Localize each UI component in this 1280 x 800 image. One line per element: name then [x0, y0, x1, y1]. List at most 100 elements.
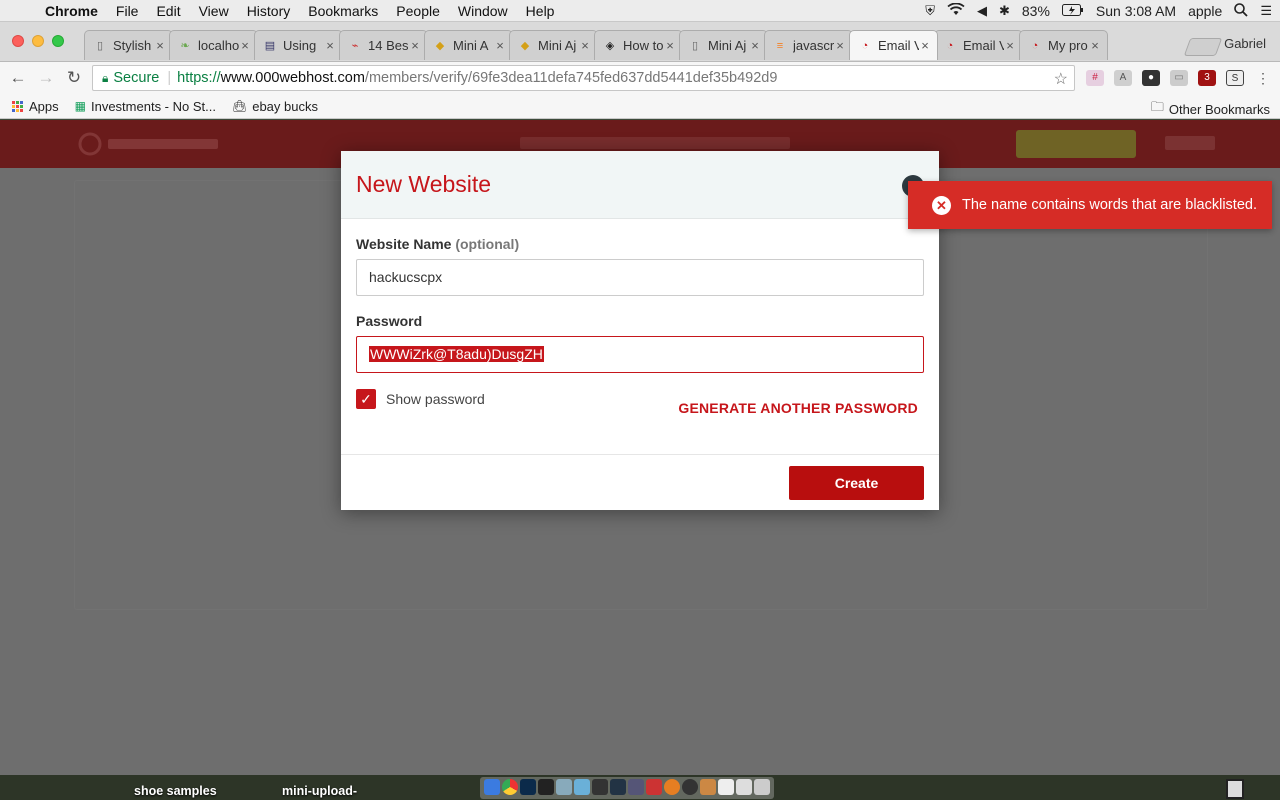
url-scheme: https:// — [177, 70, 221, 86]
notification-center-icon[interactable]: ☰ — [1260, 3, 1272, 19]
menubar-status-area: ⛨ ◀ ✱ 83% Sun 3:08 AM apple ☰ — [925, 0, 1272, 22]
desktop-item-mini-upload[interactable]: mini-upload- — [282, 784, 357, 798]
menu-window[interactable]: Window — [449, 3, 517, 19]
spotlight-search-icon[interactable] — [1234, 2, 1248, 20]
address-bar[interactable]: 🔒︎ Secure | https:// www.000webhost.com … — [92, 65, 1075, 91]
steam-icon[interactable] — [610, 779, 626, 795]
menu-edit[interactable]: Edit — [147, 3, 189, 19]
menu-people[interactable]: People — [387, 3, 449, 19]
spy-extension-icon[interactable]: ● — [1142, 70, 1160, 86]
tab-3[interactable]: ⌁ 14 Bes × — [339, 30, 428, 60]
minimize-window-button[interactable] — [32, 35, 44, 47]
forward-arrow-icon[interactable]: → — [32, 68, 60, 88]
tab-0[interactable]: ▯ Stylish × — [84, 30, 173, 60]
bluetooth-icon[interactable]: ✱ — [999, 3, 1010, 19]
volume-icon[interactable]: ◀ — [977, 3, 987, 19]
bookmark-star-icon[interactable]: ☆ — [1054, 69, 1068, 89]
battery-charging-icon[interactable] — [1061, 3, 1084, 19]
tab-label: How to — [623, 38, 664, 53]
password-input[interactable]: WWWiZrk@T8adu)DusgZH — [356, 336, 924, 373]
reload-icon[interactable]: ↻ — [60, 68, 88, 88]
bookmark-investments[interactable]: ▦ Investments - No St... — [75, 99, 216, 114]
wifi-icon[interactable] — [947, 2, 965, 19]
menu-file[interactable]: File — [107, 3, 148, 19]
tab-11[interactable]: ◔ My pro × — [1019, 30, 1108, 60]
user-name[interactable]: apple — [1188, 3, 1222, 19]
tab-close-icon[interactable]: × — [664, 38, 676, 53]
website-name-input[interactable]: hackucscpx — [356, 259, 924, 296]
menu-view[interactable]: View — [190, 3, 238, 19]
menu-bookmarks[interactable]: Bookmarks — [299, 3, 387, 19]
network-icon[interactable] — [556, 779, 572, 795]
clock[interactable]: Sun 3:08 AM — [1096, 3, 1176, 19]
desktop-widget-icon[interactable] — [1226, 779, 1244, 799]
show-password-checkbox[interactable]: ✓ — [356, 389, 376, 409]
tab-close-icon[interactable]: × — [1089, 38, 1101, 53]
tab-1[interactable]: ❧ localho × — [169, 30, 258, 60]
tab-5[interactable]: ◆ Mini Aj × — [509, 30, 598, 60]
ublock-extension-icon[interactable]: 3 — [1198, 70, 1216, 86]
doc-icon: ▤ — [264, 39, 276, 52]
tab-close-icon[interactable]: × — [154, 38, 166, 53]
bookmark-ebay-bucks[interactable]: 👜︎ ebay bucks — [232, 99, 318, 114]
optional-hint: (optional) — [455, 236, 520, 252]
tab-close-icon[interactable]: × — [579, 38, 591, 53]
tab-8[interactable]: ≡ javascr × — [764, 30, 853, 60]
terminal-icon[interactable] — [538, 779, 554, 795]
menu-help[interactable]: Help — [517, 3, 564, 19]
chrome-dock-icon[interactable] — [502, 779, 518, 795]
slides-icon[interactable] — [646, 779, 662, 795]
tab-close-icon[interactable]: × — [1004, 38, 1016, 53]
trash-icon[interactable] — [754, 779, 770, 795]
create-button[interactable]: Create — [789, 466, 924, 500]
tab-4[interactable]: ◆ Mini A × — [424, 30, 513, 60]
font-extension-icon[interactable]: A — [1114, 70, 1132, 86]
desktop-item-shoe-samples[interactable]: shoe samples — [134, 784, 217, 798]
folder-dock-icon[interactable] — [736, 779, 752, 795]
document-icon[interactable] — [718, 779, 734, 795]
github-icon[interactable] — [682, 779, 698, 795]
tab-close-icon[interactable]: × — [324, 38, 336, 53]
upgrade-button[interactable] — [1016, 130, 1136, 158]
s-extension-icon[interactable]: S — [1226, 70, 1244, 86]
tab-close-icon[interactable]: × — [409, 38, 421, 53]
extensions-area: # A ● ▭ 3 S ⋮ — [1086, 70, 1272, 86]
slack-extension-icon[interactable]: # — [1086, 70, 1104, 86]
close-window-button[interactable] — [12, 35, 24, 47]
console-icon[interactable] — [592, 779, 608, 795]
site-user-menu[interactable] — [1165, 136, 1215, 150]
vpn-icon[interactable] — [628, 779, 644, 795]
generate-password-button[interactable]: GENERATE ANOTHER PASSWORD — [678, 400, 918, 416]
photoshop-icon[interactable] — [520, 779, 536, 795]
tab-10[interactable]: ◔ Email V × — [934, 30, 1023, 60]
profile-button[interactable]: Gabriel — [1224, 36, 1266, 51]
tab-7[interactable]: ▯ Mini Aj × — [679, 30, 768, 60]
spreadsheet-icon: ▦ — [74, 99, 86, 113]
tab-close-icon[interactable]: × — [494, 38, 506, 53]
battery-percent[interactable]: 83% — [1022, 3, 1050, 19]
stylish-extension-icon[interactable]: ▭ — [1170, 70, 1188, 86]
window-controls — [12, 35, 64, 47]
finder-icon[interactable] — [484, 779, 500, 795]
shield-icon[interactable]: ⛨ — [925, 3, 935, 19]
show-password-label[interactable]: Show password — [386, 391, 485, 407]
bookmark-apps[interactable]: Apps — [12, 99, 59, 114]
new-tab-button[interactable] — [1183, 38, 1223, 56]
zoom-window-button[interactable] — [52, 35, 64, 47]
sketch-icon[interactable] — [574, 779, 590, 795]
tab-close-icon[interactable]: × — [919, 38, 931, 53]
preview-icon[interactable] — [700, 779, 716, 795]
tab-close-icon[interactable]: × — [239, 38, 251, 53]
tab-9[interactable]: ◔ Email V × — [849, 30, 938, 60]
menu-app-chrome[interactable]: Chrome — [36, 3, 107, 19]
back-arrow-icon[interactable]: ← — [4, 68, 32, 88]
tab-close-icon[interactable]: × — [834, 38, 846, 53]
bookmark-other[interactable]: 🗀 Other Bookmarks — [1151, 98, 1270, 120]
error-toast[interactable]: ✕ The name contains words that are black… — [908, 181, 1272, 229]
firefox-icon[interactable] — [664, 779, 680, 795]
tab-close-icon[interactable]: × — [749, 38, 761, 53]
tab-6[interactable]: ◈ How to × — [594, 30, 683, 60]
chrome-menu-icon[interactable]: ⋮ — [1254, 70, 1272, 86]
tab-2[interactable]: ▤ Using × — [254, 30, 343, 60]
menu-history[interactable]: History — [238, 3, 300, 19]
